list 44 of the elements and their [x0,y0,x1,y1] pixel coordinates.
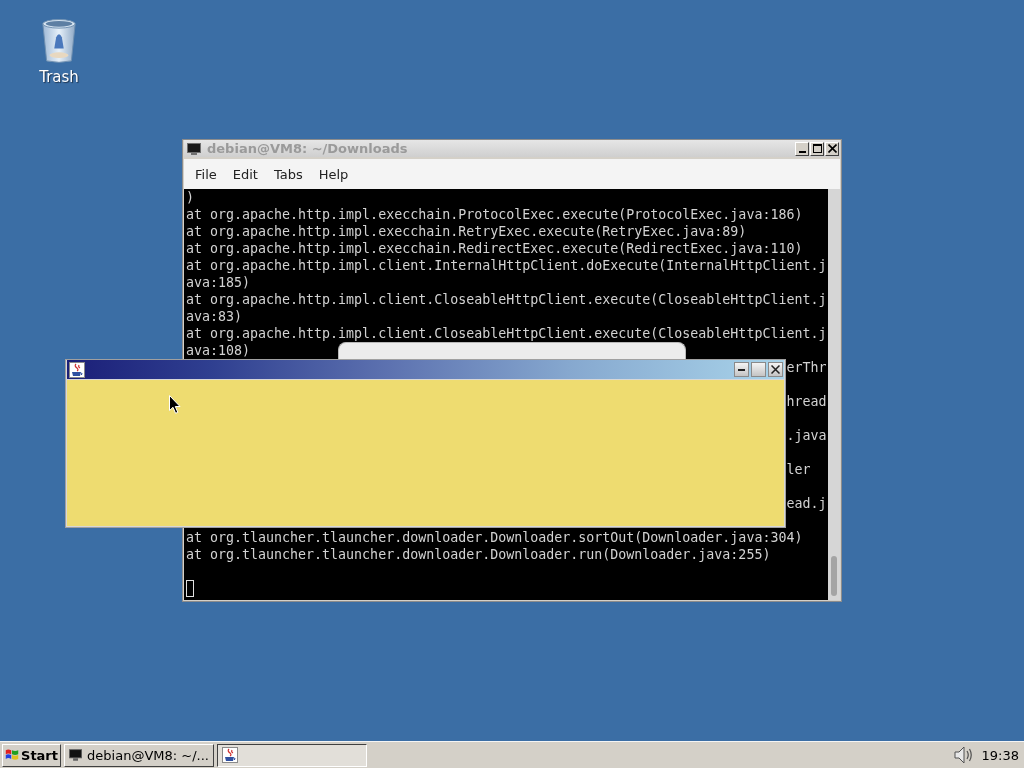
window-title: debian@VM8: ~/Downloads [207,141,408,156]
terminal-line: ava:108) [186,342,251,359]
monitor-icon [69,748,83,762]
terminal-line: ) [186,189,194,206]
menu-item[interactable]: Edit [224,164,266,184]
terminal-line: .java [786,427,827,444]
clock: 19:38 [981,747,1019,763]
mouse-pointer-icon [169,395,181,414]
terminal-line: at org.apache.http.impl.execchain.ProtocolExec.execute(ProtocolExec.java:186) [186,206,803,223]
terminal-line: ava:185) [186,274,251,291]
close-icon [827,144,837,153]
close-icon [771,365,780,374]
terminal-line: at org.apache.http.impl.execchain.RedirectExec.execute(RedirectExec.java:110) [186,240,803,257]
terminal-line: ler [786,461,811,478]
cup-icon [69,361,85,378]
minimize-icon [798,150,806,153]
start-button[interactable]: Start [2,743,61,767]
terminal-line: at org.apache.http.impl.client.InternalHttpClient.doExecute(InternalHttpClient.j [186,257,827,274]
speaker-icon[interactable] [953,746,974,764]
terminal-line: at org.tlauncher.tlauncher.downloader.Downloader.sortOut(Downloader.java:304) [186,529,803,546]
terminal-line: hread [786,393,827,410]
menu-item[interactable]: Help [310,164,357,184]
menu-item[interactable]: File [187,164,225,184]
minimize-icon [738,368,745,371]
terminal-line: ead.j [786,495,827,512]
flag-icon [5,747,19,763]
cup-icon [222,747,238,763]
terminal-line: at org.apache.http.impl.execchain.RetryExec.execute(RetryExec.java:89) [186,223,747,240]
terminal-line: at org.apache.http.impl.client.CloseableHttpClient.execute(CloseableHttpClient.j [186,291,827,308]
scrollbar-thumb[interactable] [831,556,837,596]
menu-item[interactable]: Tabs [265,164,311,184]
minimize-button[interactable] [734,362,749,377]
scrollbar[interactable] [828,189,840,600]
terminal-line: erThr [786,359,827,376]
terminal-line: at org.tlauncher.tlauncher.downloader.Downloader.run(Downloader.java:255) [186,546,771,563]
taskbar-button[interactable] [217,743,367,767]
maximize-icon [812,144,822,153]
terminal-line: ava:83) [186,308,243,325]
trash-icon[interactable] [40,16,78,64]
close-button[interactable] [768,362,783,377]
terminal-line: at org.apache.http.impl.client.CloseableHttpClient.execute(CloseableHttpClient.j [186,325,827,342]
icon-label[interactable]: Trash [39,68,79,86]
monitor-icon [187,142,201,155]
taskbar-button[interactable]: debian@VM8: ~/... [64,743,214,767]
